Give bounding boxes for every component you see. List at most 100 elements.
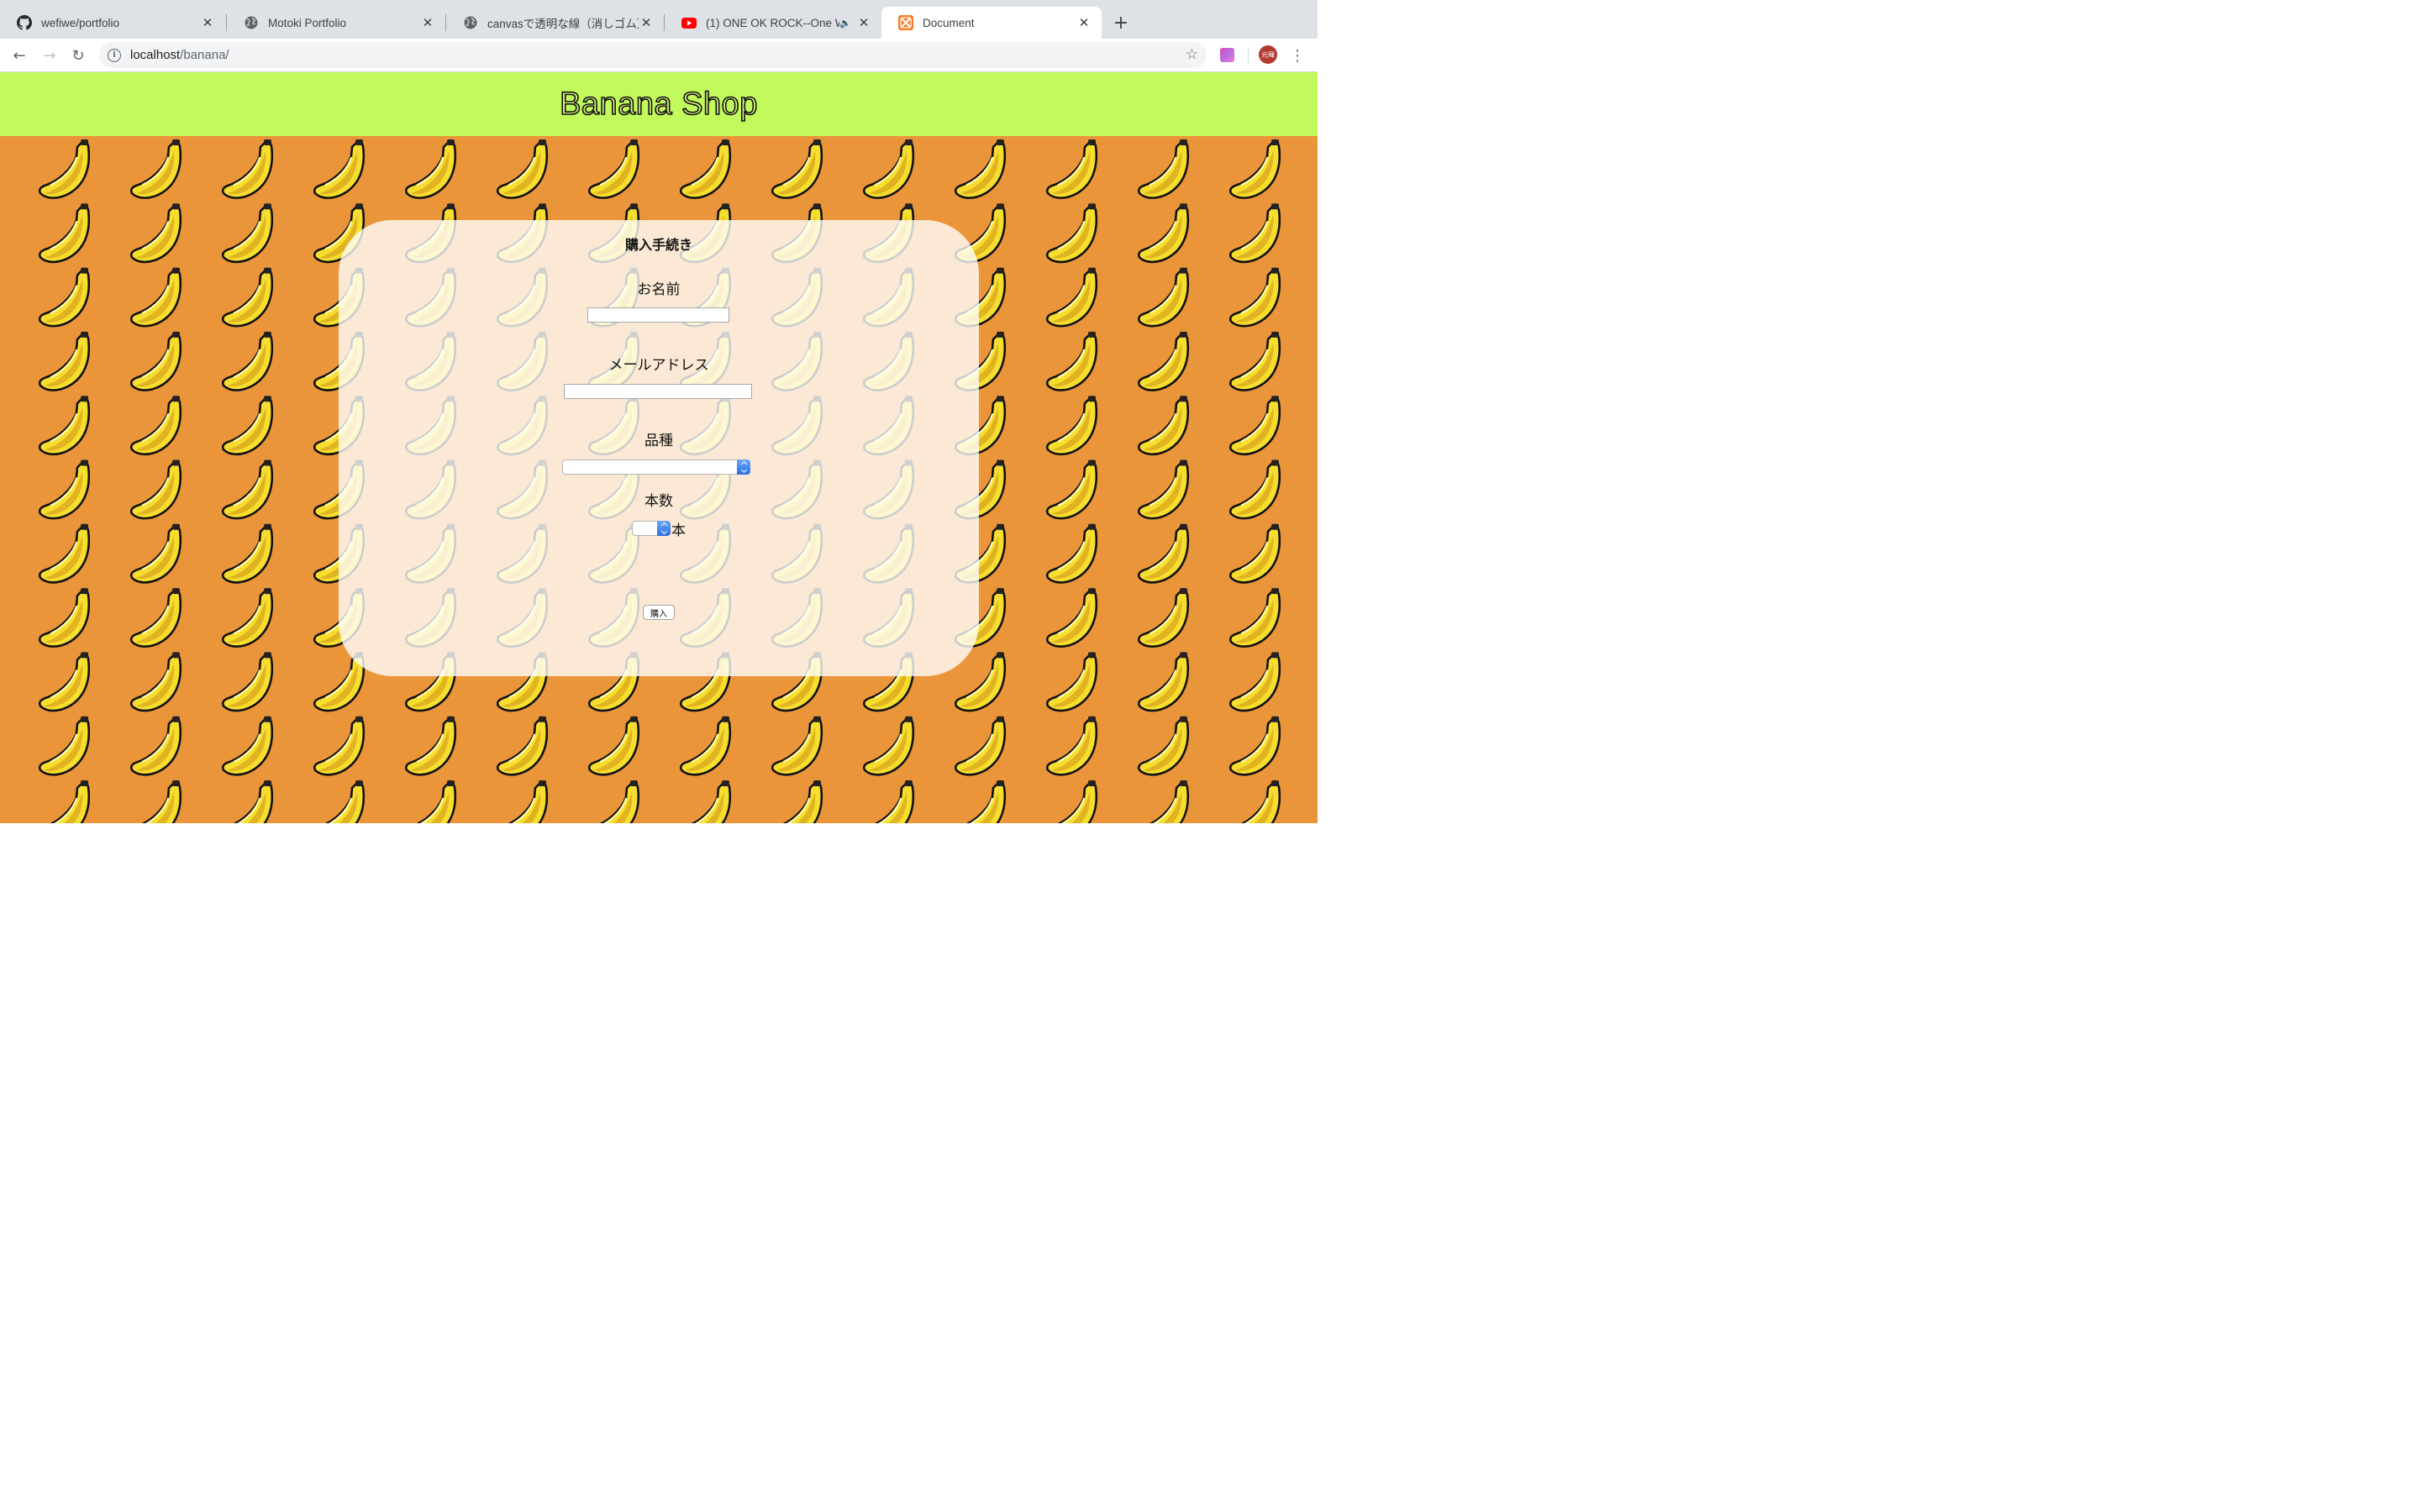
banana-icon	[1137, 138, 1190, 199]
banana-icon	[1045, 459, 1098, 520]
banana-icon	[771, 138, 823, 199]
banana-icon	[404, 138, 457, 199]
banana-icon	[496, 138, 549, 199]
banana-icon	[221, 138, 274, 199]
banana-icon	[1137, 330, 1190, 391]
banana-icon	[1137, 266, 1190, 328]
youtube-icon	[681, 15, 697, 30]
banana-icon	[1045, 586, 1098, 648]
banana-icon	[862, 138, 915, 199]
banana-icon	[862, 715, 915, 776]
address-bar[interactable]: i localhost/banana/ ☆	[99, 42, 1207, 68]
banana-icon	[1228, 202, 1281, 264]
forward-arrow-icon[interactable]: →	[39, 45, 60, 66]
banana-icon	[1137, 715, 1190, 776]
buy-button[interactable]: 購入	[643, 605, 675, 620]
browser-tabstrip: wefiwe/portfolio ✕ Motoki Portfolio ✕ ca…	[0, 0, 1318, 39]
banana-icon	[38, 715, 91, 776]
globe-icon	[244, 15, 259, 30]
banana-icon	[1045, 715, 1098, 776]
banana-icon	[1137, 459, 1190, 520]
speaker-icon[interactable]: 🔈	[839, 18, 851, 29]
banana-icon	[404, 779, 457, 823]
new-tab-button[interactable]: +	[1109, 11, 1133, 34]
banana-icon	[1228, 330, 1281, 391]
banana-icon	[679, 138, 732, 199]
banana-icon	[496, 715, 549, 776]
banana-icon	[1137, 779, 1190, 823]
close-tab-icon[interactable]: ✕	[639, 15, 654, 30]
banana-icon	[129, 394, 182, 456]
banana-icon	[129, 586, 182, 648]
github-icon	[17, 15, 32, 30]
banana-icon	[1228, 266, 1281, 328]
quantity-select[interactable]	[632, 521, 671, 536]
banana-icon	[1045, 202, 1098, 264]
close-tab-icon[interactable]: ✕	[420, 15, 435, 30]
banana-icon	[38, 651, 91, 712]
back-arrow-icon[interactable]: ←	[8, 45, 30, 66]
banana-icon	[38, 138, 91, 199]
banana-icon	[1137, 202, 1190, 264]
tab-canvas-article[interactable]: canvasで透明な線（消しゴム）を ✕	[446, 7, 664, 39]
banana-icon	[221, 266, 274, 328]
banana-icon	[313, 715, 366, 776]
quantity-label: 本数	[644, 493, 673, 510]
tab-youtube[interactable]: (1) ONE OK ROCK--One Wa 🔈 ✕	[665, 7, 881, 39]
banana-icon	[221, 651, 274, 712]
quantity-unit: 本	[671, 522, 686, 539]
banana-icon	[679, 779, 732, 823]
tab-title: wefiwe/portfolio	[41, 16, 120, 29]
banana-icon	[221, 202, 274, 264]
banana-icon	[1045, 138, 1098, 199]
banana-icon	[129, 138, 182, 199]
name-label: お名前	[637, 281, 681, 298]
banana-icon	[221, 522, 274, 584]
banana-icon	[221, 459, 274, 520]
banana-icon	[38, 779, 91, 823]
bookmark-star-icon[interactable]: ☆	[1186, 46, 1198, 63]
extension-icon[interactable]	[1220, 48, 1234, 62]
banana-icon	[1137, 651, 1190, 712]
more-menu-icon[interactable]: ⋮	[1289, 45, 1306, 66]
banana-icon	[129, 266, 182, 328]
url-text[interactable]: localhost/banana/	[130, 48, 229, 62]
banana-icon	[954, 651, 1007, 712]
banana-icon	[221, 394, 274, 456]
close-tab-icon[interactable]: ✕	[1076, 15, 1092, 30]
tab-title: Document	[923, 16, 975, 29]
banana-icon	[1137, 394, 1190, 456]
banana-icon	[38, 202, 91, 264]
banana-icon	[1137, 586, 1190, 648]
toolbar-separator	[1248, 47, 1249, 64]
banana-icon	[862, 779, 915, 823]
banana-icon	[771, 715, 823, 776]
tab-title: (1) ONE OK ROCK--One Wa	[706, 16, 840, 29]
email-field[interactable]	[564, 384, 752, 399]
site-header: Banana Shop	[0, 72, 1318, 136]
tab-github-portfolio[interactable]: wefiwe/portfolio ✕	[0, 7, 225, 39]
close-tab-icon[interactable]: ✕	[200, 15, 215, 30]
banana-icon	[1228, 715, 1281, 776]
banana-icon	[954, 138, 1007, 199]
banana-icon	[1228, 586, 1281, 648]
close-tab-icon[interactable]: ✕	[856, 15, 871, 30]
name-field[interactable]	[587, 307, 729, 323]
banana-icon	[1045, 266, 1098, 328]
variety-label: 品種	[644, 433, 673, 449]
banana-icon	[221, 586, 274, 648]
info-icon[interactable]: i	[108, 48, 121, 62]
profile-avatar[interactable]: 元暉	[1259, 45, 1277, 64]
banana-icon	[221, 779, 274, 823]
tab-document[interactable]: Document ✕	[881, 7, 1102, 39]
banana-icon	[1045, 651, 1098, 712]
tab-motoki-portfolio[interactable]: Motoki Portfolio ✕	[227, 7, 445, 39]
banana-icon	[1228, 138, 1281, 199]
banana-icon	[129, 522, 182, 584]
variety-select[interactable]	[562, 459, 750, 475]
banana-icon	[129, 330, 182, 391]
web-page: Banana Shop 購入手続き お名前 メールアドレス 品種 本数 本 購入	[0, 72, 1318, 823]
reload-icon[interactable]: ↻	[67, 45, 89, 66]
site-title: Banana Shop	[559, 86, 758, 123]
banana-icon	[221, 715, 274, 776]
